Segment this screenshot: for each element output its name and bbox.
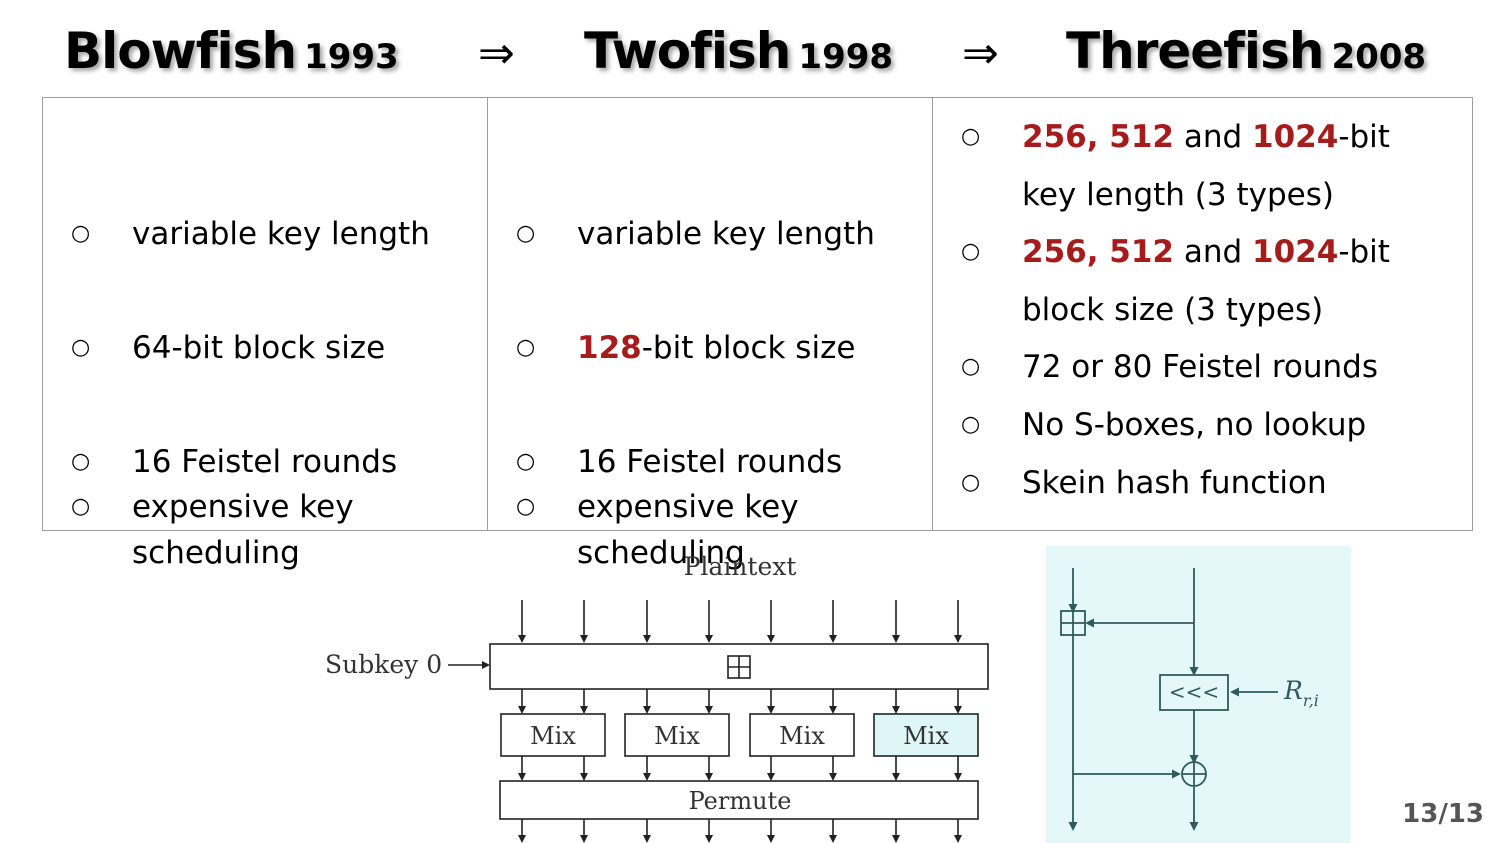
input-arrows (518, 600, 962, 643)
page-number: 13/13 (1402, 799, 1484, 829)
bullet-icon: ○ (961, 354, 981, 379)
bullet-icon: ○ (71, 335, 91, 360)
column-threefish: ○ 256, 512 and 1024-bit key length (3 typ… (932, 98, 1474, 530)
svg-text:Mix: Mix (779, 722, 825, 750)
threefish-round-diagram: Plaintext Subkey 0 Mix Mix Mix Mix Permu… (325, 552, 989, 843)
arrow-icon: ⇒ (478, 28, 515, 79)
mix-function-diagram: <<< Rr,i (1046, 546, 1351, 843)
subkey-label: Subkey 0 (325, 650, 442, 679)
permute-label: Permute (689, 787, 792, 815)
xor-icon (1181, 761, 1207, 787)
mix-box: Mix (624, 713, 730, 757)
bullet-icon: ○ (961, 239, 981, 264)
bullet-icon: ○ (961, 124, 981, 149)
column-twofish: ○ variable key length ○ 128-bit block si… (487, 98, 932, 571)
rotate-left-icon: <<< (1169, 680, 1219, 704)
arrow-icon: ⇒ (962, 28, 999, 79)
slide-title: Blowfish 1993 ⇒ Twofish 1998 ⇒ Threefish 20… (0, 22, 1500, 92)
title-blowfish: Blowfish 1993 (64, 22, 399, 80)
bullet-icon: ○ (516, 335, 536, 360)
bullet-icon: ○ (961, 470, 981, 495)
bullet-icon: ○ (71, 494, 91, 519)
svg-text:Mix: Mix (654, 722, 700, 750)
bullet-icon: ○ (961, 412, 981, 437)
bullet-icon: ○ (516, 221, 536, 246)
plaintext-label: Plaintext (684, 552, 797, 581)
column-blowfish: ○ variable key length ○ 64-bit block siz… (43, 98, 487, 571)
bullet-icon: ○ (71, 449, 91, 474)
bullet-icon: ○ (516, 449, 536, 474)
svg-text:Mix: Mix (530, 722, 576, 750)
mix-box: Mix (500, 713, 606, 757)
title-twofish: Twofish 1998 (584, 22, 894, 80)
mix-box: Mix (749, 713, 855, 757)
svg-text:Mix: Mix (903, 722, 949, 750)
bullet-icon: ○ (71, 221, 91, 246)
bullet-icon: ○ (516, 494, 536, 519)
mix-box-highlighted: Mix (873, 713, 979, 757)
comparison-table: ○ variable key length ○ 64-bit block siz… (42, 97, 1474, 571)
title-threefish: Threefish 2008 (1066, 22, 1427, 80)
